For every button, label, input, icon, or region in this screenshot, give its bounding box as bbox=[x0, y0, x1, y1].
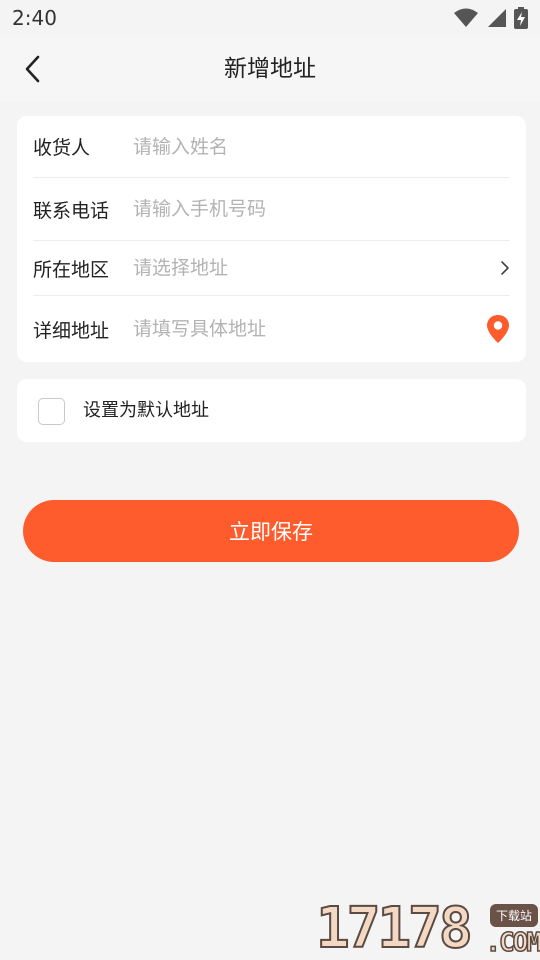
default-address-checkbox[interactable] bbox=[38, 398, 65, 425]
default-address-card: 设置为默认地址 bbox=[17, 379, 526, 442]
form-row-phone: 联系电话 bbox=[33, 178, 510, 241]
page-title: 新增地址 bbox=[224, 56, 316, 82]
phone-label: 联系电话 bbox=[33, 199, 110, 222]
default-address-label: 设置为默认地址 bbox=[83, 400, 209, 421]
watermark-tag: 下载站 bbox=[489, 904, 538, 927]
recipient-input[interactable] bbox=[133, 126, 510, 167]
chevron-left-icon bbox=[25, 55, 40, 83]
wifi-icon bbox=[454, 8, 478, 27]
region-label: 所在地区 bbox=[33, 258, 110, 281]
phone-input[interactable] bbox=[133, 189, 510, 229]
address-form-card: 收货人 联系电话 所在地区 详细地址 bbox=[17, 116, 526, 362]
watermark-logo: 17178 下载站 .COM bbox=[315, 896, 540, 960]
location-pin-icon bbox=[487, 315, 509, 343]
form-row-detail-address: 详细地址 bbox=[33, 296, 510, 362]
back-button[interactable] bbox=[14, 50, 52, 88]
battery-charging-icon bbox=[514, 7, 528, 29]
chevron-right-icon bbox=[501, 261, 509, 275]
header: 新增地址 bbox=[0, 36, 540, 102]
status-time: 2:40 bbox=[12, 6, 57, 30]
locate-button[interactable] bbox=[480, 314, 510, 344]
form-row-recipient: 收货人 bbox=[33, 116, 510, 178]
detail-address-input[interactable] bbox=[133, 309, 480, 349]
watermark-suffix: .COM bbox=[485, 927, 540, 959]
detail-address-label: 详细地址 bbox=[33, 319, 110, 342]
save-button[interactable]: 立即保存 bbox=[23, 500, 519, 562]
watermark-number: 17178 bbox=[315, 896, 474, 960]
region-chevron[interactable] bbox=[480, 260, 510, 276]
form-row-region[interactable]: 所在地区 bbox=[33, 241, 510, 296]
region-select[interactable] bbox=[133, 248, 480, 288]
status-bar: 2:40 bbox=[0, 0, 540, 36]
recipient-label: 收货人 bbox=[33, 137, 91, 159]
status-icons bbox=[454, 7, 528, 29]
signal-icon bbox=[488, 9, 506, 27]
